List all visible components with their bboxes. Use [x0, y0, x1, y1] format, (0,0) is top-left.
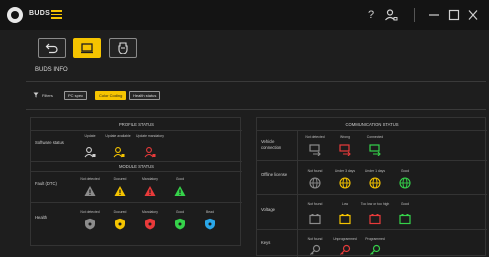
module-status-title: MODULE STATUS	[119, 164, 154, 169]
user-icon[interactable]	[384, 8, 398, 26]
col-docured: Docured	[113, 210, 127, 214]
user-update-available-icon	[113, 147, 125, 158]
fault-dtc-label: Fault (DTC)	[35, 181, 57, 186]
col-not-detected: Not detected	[80, 210, 100, 214]
user-update-icon	[84, 147, 96, 158]
connection-green-icon	[369, 144, 381, 156]
col-under-1-days: Under 1 days	[364, 169, 386, 173]
voltage-label: Voltage	[261, 207, 275, 212]
warning-green-icon	[174, 186, 186, 196]
connection-red-icon	[339, 144, 351, 156]
filters-label: Filters	[42, 93, 53, 98]
col-good: Good	[400, 202, 410, 206]
key-red-icon	[340, 244, 351, 255]
computer-button[interactable]	[73, 38, 101, 58]
left-status-panel: PROFILE STATUS Software status Update Up…	[30, 117, 242, 246]
divider	[26, 81, 486, 82]
page-title: BUDS INFO	[35, 67, 68, 73]
col-connected: Connected	[366, 135, 384, 139]
menu-icon[interactable]	[51, 10, 62, 19]
divider	[257, 130, 487, 131]
col-good: Good	[175, 210, 185, 214]
battery-green-icon	[399, 214, 411, 225]
keys-label: Keys	[261, 240, 271, 245]
app-title: BUDS	[29, 10, 51, 17]
col-not-found: Not found	[307, 169, 323, 173]
warning-grey-icon	[84, 186, 96, 196]
profile-status-title: PROFILE STATUS	[119, 122, 154, 127]
back-button[interactable]	[38, 38, 66, 58]
key-grey-icon	[310, 244, 321, 255]
user-update-mandatory-icon	[144, 147, 156, 158]
col-not-found: Not found	[307, 202, 323, 206]
col-programmed: Programmed	[365, 237, 385, 241]
health-label: Health	[35, 215, 48, 220]
col-not-found: Not found	[307, 237, 323, 241]
divider	[31, 202, 242, 203]
divider	[257, 229, 487, 230]
col-under-3-days: Under 3 days	[334, 169, 356, 173]
shield-grey-icon	[85, 218, 95, 230]
shield-yellow-icon	[115, 218, 125, 230]
col-good: Good	[175, 177, 185, 181]
key-green-icon	[370, 244, 381, 255]
col-mandatory: Mandatory	[141, 210, 159, 214]
col-unprogrammed: Unprogrammed	[333, 237, 357, 241]
software-status-label: Software status	[35, 140, 64, 145]
col-too-low-or-too-high: Too low or too high	[360, 202, 390, 206]
globe-orange-icon	[369, 177, 381, 189]
filter-chip-pc-spec[interactable]: PC spec	[64, 91, 88, 100]
globe-yellow-icon	[339, 177, 351, 189]
col-bead: Bead	[206, 210, 214, 214]
offline-license-label: Offline license	[261, 172, 288, 177]
col-not-detected: Not detected	[80, 177, 100, 181]
col-good: Good	[400, 169, 410, 173]
title-bar: BUDS ?	[0, 0, 489, 30]
shield-blue-icon	[205, 218, 215, 230]
divider	[31, 171, 242, 172]
battery-yellow-icon	[339, 214, 351, 225]
warning-yellow-icon	[114, 186, 126, 196]
filter-chip-health-status[interactable]: Health status	[129, 91, 161, 100]
globe-green-icon	[399, 177, 411, 189]
communication-status-title: COMMUNICATION STATUS	[345, 122, 399, 127]
col-update: Update	[84, 134, 96, 138]
warning-red-icon	[144, 186, 156, 196]
globe-grey-icon	[309, 177, 321, 189]
col-wrong: Wrong	[340, 135, 350, 139]
col-update-mandatory: Update mandatory	[136, 134, 164, 138]
filter-chip-color-coding[interactable]: Color Coding	[95, 91, 127, 100]
col-docured: Docured	[113, 177, 127, 181]
divider	[257, 160, 487, 161]
titlebar-separator	[414, 8, 415, 22]
divider	[31, 161, 242, 162]
minimize-icon[interactable]	[428, 8, 440, 26]
help-icon[interactable]: ?	[368, 8, 374, 22]
communication-status-panel: COMMUNICATION STATUS Vehicle connection …	[256, 117, 487, 257]
toolbar	[34, 38, 484, 64]
divider	[31, 130, 242, 131]
filter-icon[interactable]	[33, 92, 39, 100]
battery-grey-icon	[309, 214, 321, 225]
maximize-icon[interactable]	[448, 8, 460, 26]
col-low: Low	[341, 202, 349, 206]
col-mandatory: Mandatory	[141, 177, 159, 181]
app-logo-icon	[7, 7, 23, 23]
divider	[26, 109, 486, 110]
connection-grey-icon	[309, 144, 321, 156]
shield-green-icon	[175, 218, 185, 230]
shield-red-icon	[145, 218, 155, 230]
battery-red-icon	[369, 214, 381, 225]
col-update-available: Update available	[105, 134, 131, 138]
close-icon[interactable]	[467, 8, 479, 26]
device-button[interactable]	[109, 38, 137, 58]
col-not-detected: Not detected	[305, 135, 325, 139]
divider	[257, 194, 487, 195]
vehicle-connection-label: Vehicle connection	[261, 139, 282, 150]
